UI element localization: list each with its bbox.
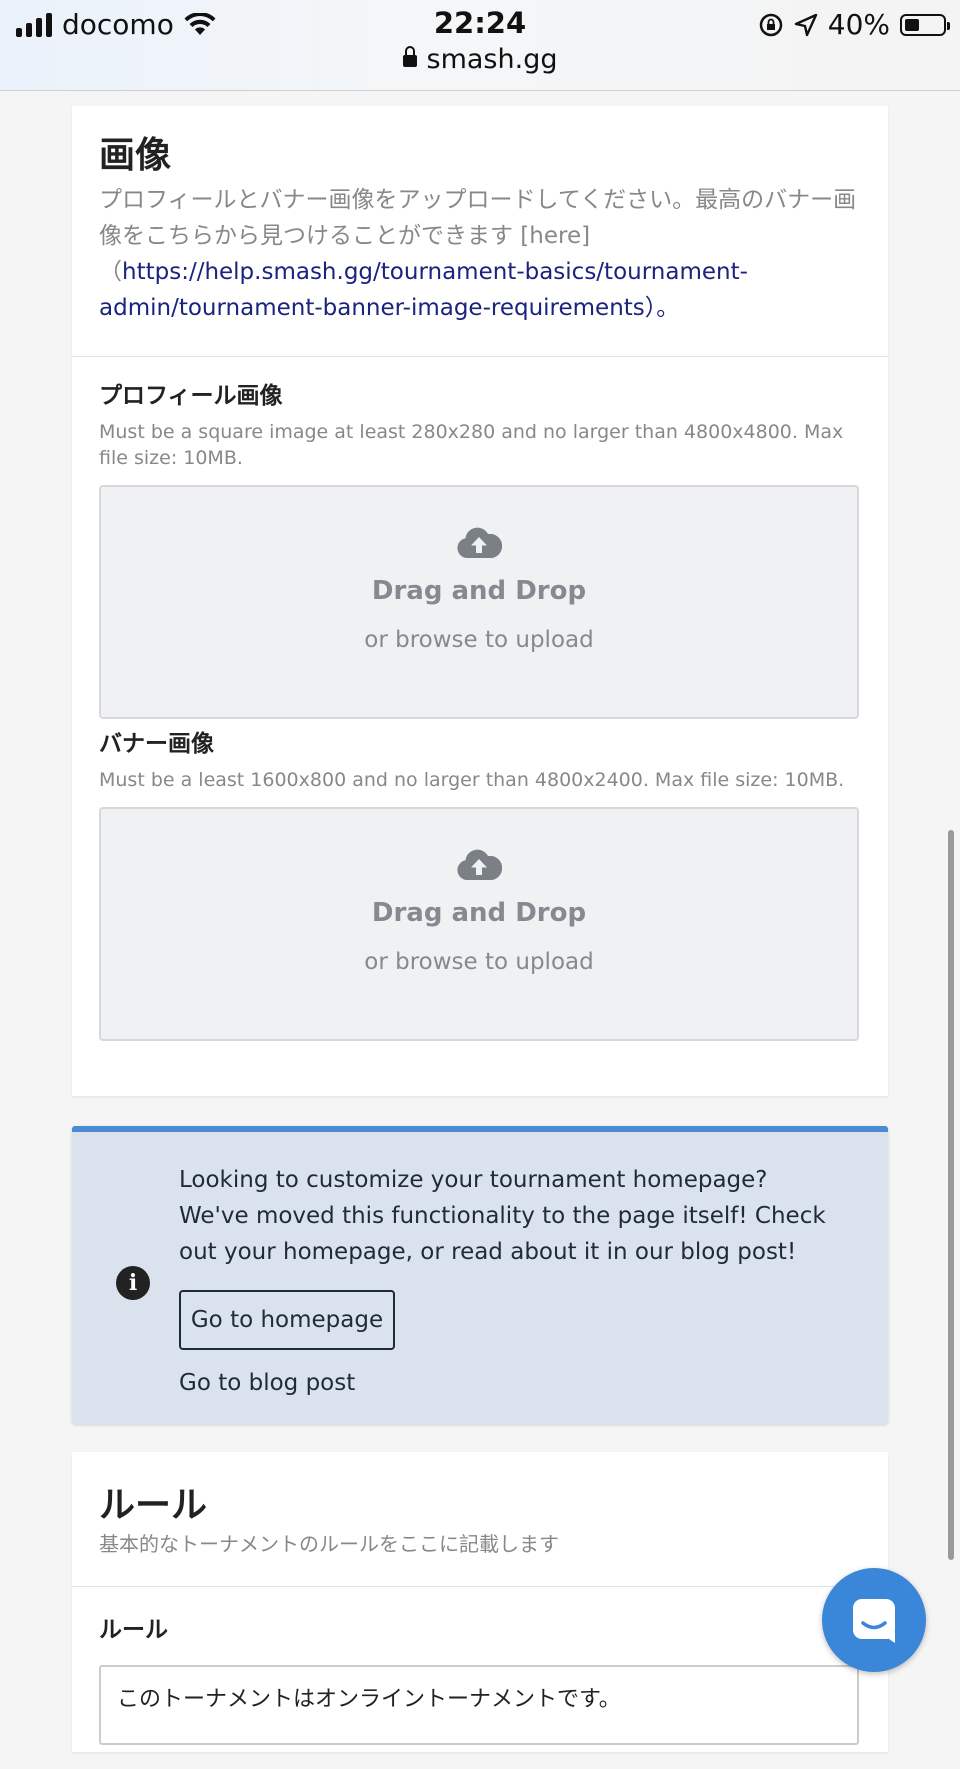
url-text: smash.gg	[426, 44, 558, 75]
profile-dropzone-title: Drag and Drop	[371, 576, 587, 606]
banner-dropzone-title: Drag and Drop	[371, 898, 587, 928]
profile-image-hint: Must be a square image at least 280x280 …	[99, 421, 844, 469]
rules-textarea[interactable]: このトーナメントはオンライントーナメントです。	[99, 1665, 859, 1745]
cloud-upload-icon	[101, 847, 857, 887]
battery-icon	[900, 13, 950, 36]
banner-image-hint: Must be a least 1600x800 and no larger t…	[99, 769, 845, 791]
images-header: 画像 プロフィールとバナー画像をアップロードしてください。最高のバナー画像をこち…	[72, 106, 888, 357]
cloud-upload-icon	[101, 525, 857, 565]
scrollbar[interactable]	[948, 830, 954, 1560]
rules-card: ルール 基本的なトーナメントのルールをここに記載します ルール このトーナメント…	[72, 1452, 888, 1752]
images-description: プロフィールとバナー画像をアップロードしてください。最高のバナー画像をこちらから…	[99, 182, 861, 326]
rules-header: ルール 基本的なトーナメントのルールをここに記載します	[72, 1452, 888, 1587]
lock-icon	[402, 46, 417, 67]
link-close-paren: ）。	[644, 295, 680, 321]
status-icons: 40%	[758, 8, 950, 41]
images-card: 画像 プロフィールとバナー画像をアップロードしてください。最高のバナー画像をこち…	[72, 106, 888, 1096]
info-icon: i	[116, 1266, 150, 1300]
profile-image-label: プロフィール画像	[99, 383, 283, 409]
rules-description: 基本的なトーナメントのルールをここに記載します	[99, 1532, 559, 1556]
status-bar: docomo 22:24 smash.gg 40%	[0, 0, 960, 91]
rules-body: ルール このトーナメントはオンライントーナメントです。	[72, 1587, 888, 1769]
rotation-lock-icon	[759, 13, 783, 36]
images-body: プロフィール画像 Must be a square image at least…	[72, 357, 888, 1065]
profile-image-dropzone[interactable]: Drag and Drop or browse to upload	[99, 485, 859, 719]
rules-title: ルール	[99, 1485, 208, 1526]
info-message: Looking to customize your tournament hom…	[179, 1167, 826, 1265]
images-title: 画像	[99, 135, 172, 176]
banner-image-dropzone[interactable]: Drag and Drop or browse to upload	[99, 807, 859, 1041]
banner-browse-link[interactable]: or browse to upload	[101, 947, 857, 977]
location-icon	[794, 13, 817, 36]
chat-icon	[853, 1599, 895, 1643]
chat-launcher-button[interactable]	[822, 1568, 926, 1672]
go-to-blog-post-link[interactable]: Go to blog post	[179, 1368, 355, 1398]
address-bar[interactable]: smash.gg	[0, 44, 960, 75]
link-open-paren: （	[99, 259, 122, 285]
images-description-text: プロフィールとバナー画像をアップロードしてください。最高のバナー画像をこちらから…	[99, 187, 857, 249]
homepage-info-box: i Looking to customize your tournament h…	[72, 1126, 888, 1424]
rules-field-label: ルール	[99, 1617, 168, 1643]
go-to-homepage-button[interactable]: Go to homepage	[179, 1290, 395, 1350]
profile-browse-link[interactable]: or browse to upload	[101, 625, 857, 655]
battery-percent: 40%	[827, 8, 890, 41]
banner-image-label: バナー画像	[99, 731, 214, 757]
